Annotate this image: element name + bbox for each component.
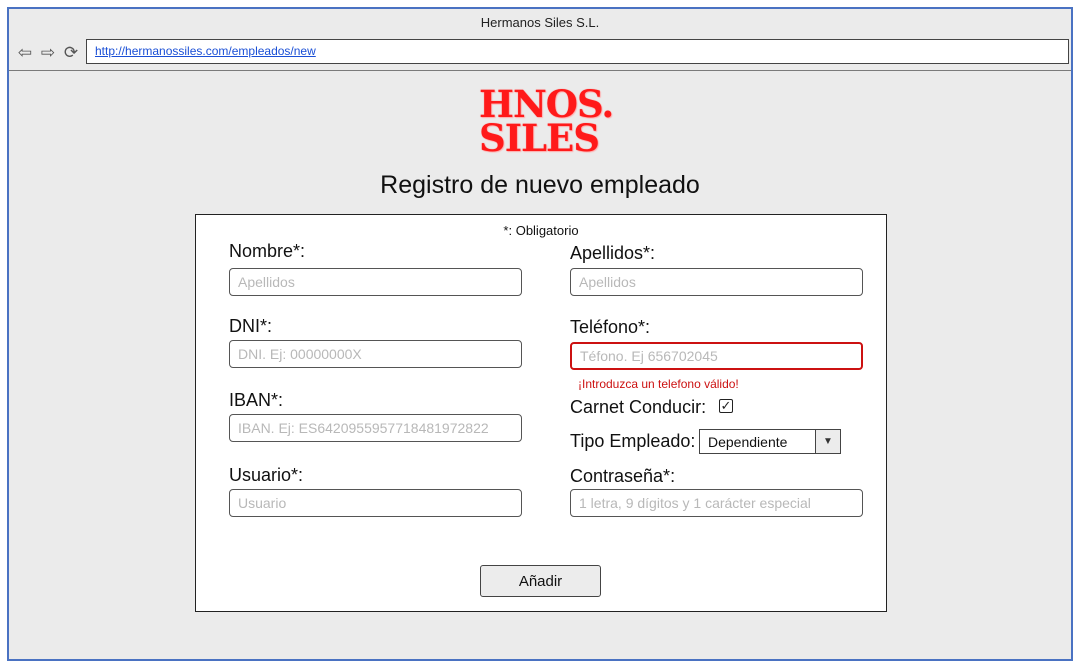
dni-label: DNI*: [229, 316, 273, 336]
browser-window: Hermanos Siles S.L. ⇦ ⇨ ⟳ http://hermano… [7, 7, 1073, 661]
nombre-input[interactable] [229, 268, 522, 296]
apellidos-input[interactable] [570, 268, 863, 296]
usuario-input[interactable] [229, 489, 522, 517]
dni-input[interactable] [229, 340, 522, 368]
telefono-input[interactable] [570, 342, 863, 370]
carnet-checkbox[interactable]: ✓ [719, 399, 733, 413]
contrasena-input[interactable] [570, 489, 863, 517]
reload-icon[interactable]: ⟳ [61, 43, 81, 63]
browser-navbar: ⇦ ⇨ ⟳ http://hermanossiles.com/empleados… [9, 37, 1071, 71]
iban-label: IBAN*: [229, 390, 284, 410]
chevron-down-icon[interactable]: ▼ [815, 430, 840, 453]
required-note: *: Obligatorio [503, 223, 579, 238]
contrasena-label: Contraseña*: [570, 466, 676, 486]
company-logo: HNOS. SILES [479, 86, 614, 160]
usuario-label: Usuario*: [229, 465, 304, 485]
employee-form: *: Obligatorio Nombre*: DNI*: IBAN*: Usu… [195, 214, 887, 612]
window-title: Hermanos Siles S.L. [9, 9, 1071, 37]
add-button[interactable]: Añadir [480, 565, 601, 597]
iban-input[interactable] [229, 414, 522, 442]
back-arrow-icon[interactable]: ⇦ [15, 43, 35, 63]
apellidos-label: Apellidos*: [570, 243, 656, 263]
telefono-label: Teléfono*: [570, 317, 651, 337]
tipo-empleado-label: Tipo Empleado: [570, 431, 696, 451]
telefono-error-message: ¡Introduzca un telefono válido! [578, 377, 739, 391]
carnet-label: Carnet Conducir: [570, 397, 707, 417]
logo-line-2: SILES [479, 116, 600, 160]
nombre-label: Nombre*: [229, 241, 306, 261]
tipo-empleado-selected: Dependiente [708, 434, 788, 450]
url-bar[interactable]: http://hermanossiles.com/empleados/new [86, 39, 1069, 64]
forward-arrow-icon[interactable]: ⇨ [38, 43, 58, 63]
page-content: HNOS. SILES Registro de nuevo empleado *… [9, 71, 1071, 659]
tipo-empleado-select[interactable]: Dependiente ▼ [699, 429, 841, 454]
page-title: Registro de nuevo empleado [380, 171, 700, 199]
